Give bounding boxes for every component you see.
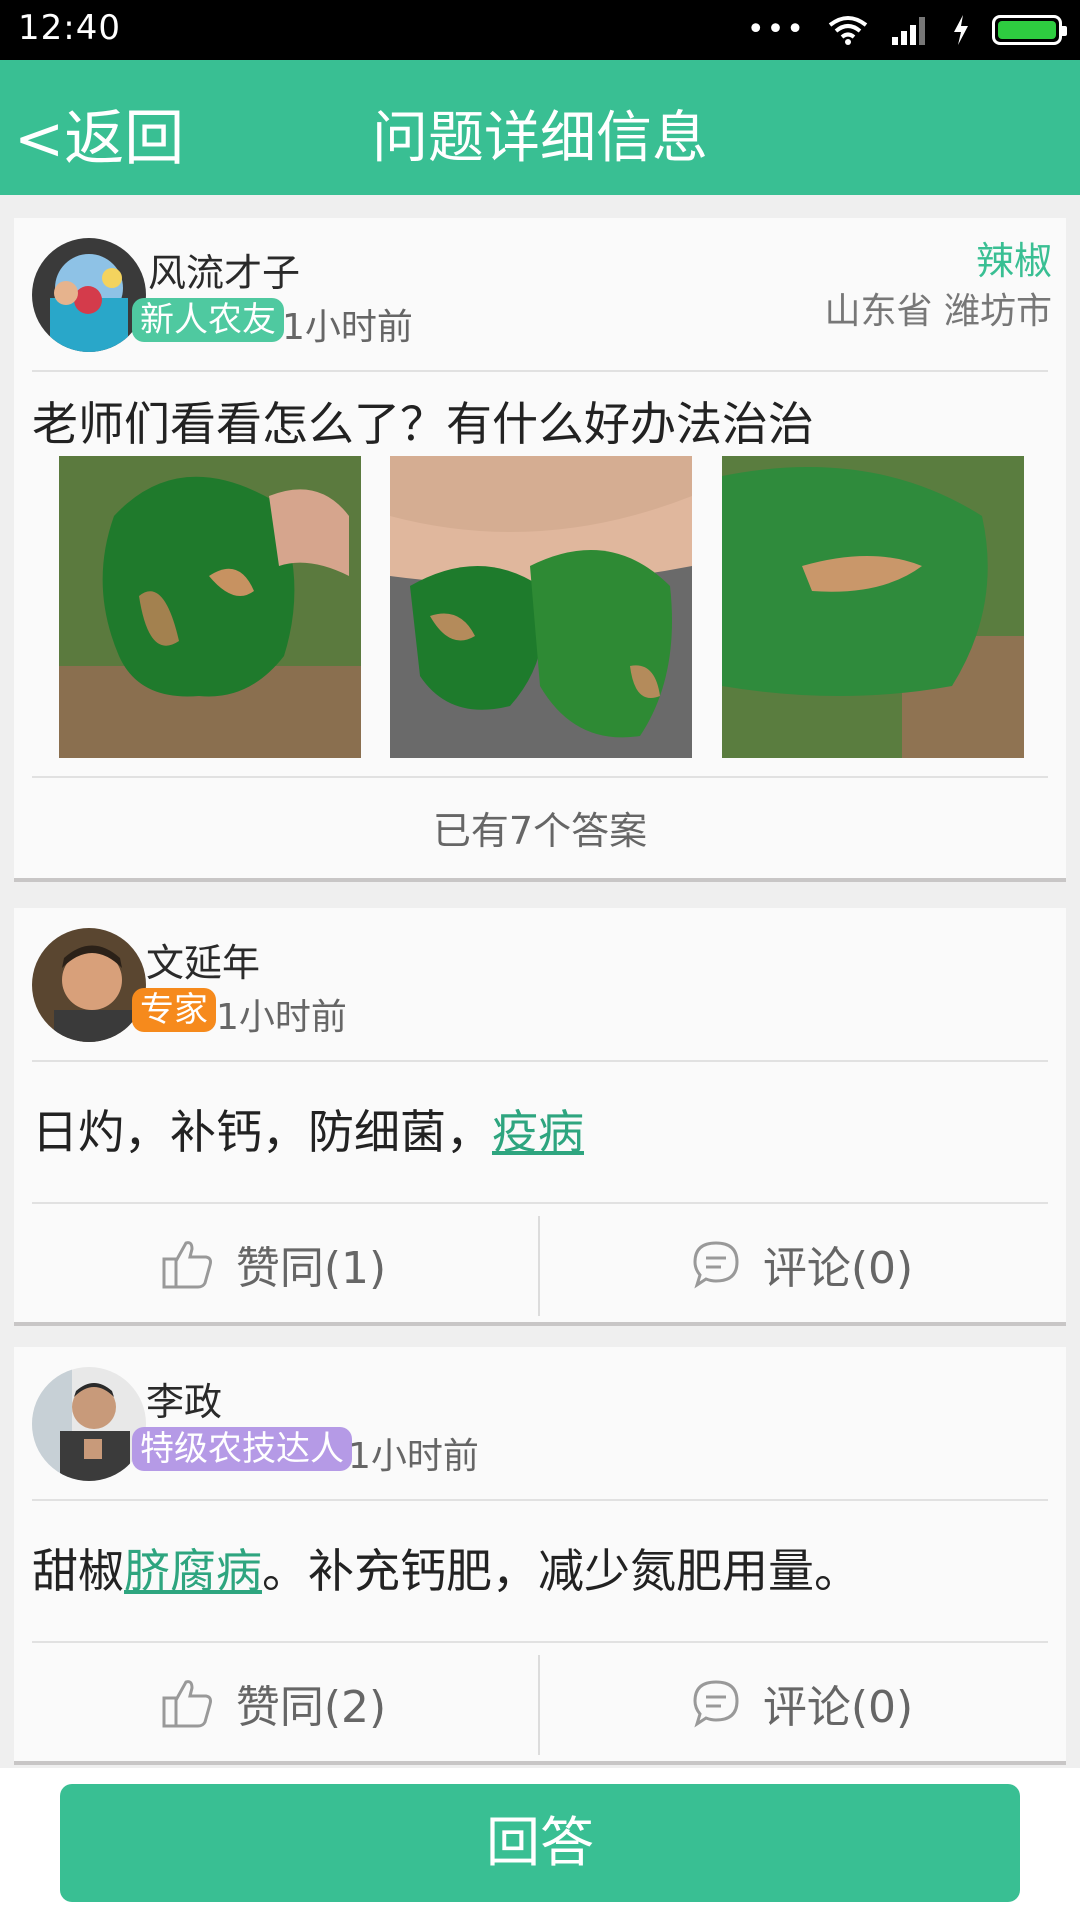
avatar[interactable] — [32, 238, 146, 352]
answers-count[interactable]: 已有7个答案 — [14, 800, 1066, 855]
disease-link[interactable]: 疫病 — [492, 1105, 584, 1159]
comment-button[interactable]: 评论(0) — [542, 1208, 1062, 1320]
question-photo-2[interactable] — [390, 456, 692, 758]
page-title: 问题详细信息 — [372, 106, 708, 171]
disease-link[interactable]: 脐腐病 — [124, 1544, 262, 1598]
divider — [538, 1216, 540, 1316]
divider — [538, 1655, 540, 1755]
user-badge: 专家 — [132, 988, 216, 1032]
question-photo-3[interactable] — [722, 456, 1024, 758]
answer-card: 李政 特级农技达人 1小时前 甜椒脐腐病。补充钙肥，减少氮肥用量。 赞同(2) … — [14, 1347, 1066, 1765]
battery-icon — [992, 15, 1067, 45]
more-dots-icon: ••• — [746, 12, 806, 47]
status-icons: ••• — [746, 12, 1067, 48]
location: 山东省 潍坊市 — [824, 291, 1052, 332]
answer-text: 日灼，补钙，防细菌，疫病 — [32, 1096, 584, 1162]
question-time: 1小时前 — [282, 307, 413, 348]
divider — [32, 1060, 1048, 1062]
comment-icon — [693, 1241, 739, 1289]
crop-tag[interactable]: 辣椒 — [976, 230, 1052, 285]
answer-text: 甜椒脐腐病。补充钙肥，减少氮肥用量。 — [32, 1535, 860, 1601]
signal-icon — [892, 17, 925, 45]
divider — [32, 1641, 1048, 1643]
user-badge: 新人农友 — [132, 298, 284, 342]
divider — [32, 370, 1048, 372]
thumbs-up-icon — [162, 1680, 212, 1728]
answer-text-part: 日灼，补钙，防细菌， — [32, 1105, 492, 1159]
app-header: <返回 问题详细信息 — [0, 60, 1080, 195]
divider — [32, 1202, 1048, 1204]
status-time: 12:40 — [18, 8, 121, 48]
answer-username[interactable]: 文延年 — [146, 932, 260, 987]
question-text: 老师们看看怎么了？有什么好办法治治 — [32, 397, 814, 451]
comment-label: 评论(0) — [762, 1243, 914, 1294]
wifi-icon — [828, 16, 868, 45]
comment-label: 评论(0) — [762, 1682, 914, 1733]
footer-bar: 回答 — [0, 1768, 1080, 1920]
thumbs-up-icon — [162, 1241, 212, 1289]
question-card: 风流才子 新人农友 1小时前 辣椒 山东省 潍坊市 老师们看看怎么了？有什么好办… — [14, 218, 1066, 882]
charging-icon — [954, 15, 968, 45]
comment-button[interactable]: 评论(0) — [542, 1647, 1062, 1759]
answer-username[interactable]: 李政 — [146, 1371, 222, 1426]
like-label: 赞同(2) — [235, 1682, 387, 1733]
avatar[interactable] — [32, 928, 146, 1042]
answer-time: 1小时前 — [348, 1436, 479, 1477]
answer-time: 1小时前 — [216, 997, 347, 1038]
question-photo-1[interactable] — [59, 456, 361, 758]
answer-button[interactable]: 回答 — [60, 1784, 1020, 1902]
avatar[interactable] — [32, 1367, 146, 1481]
divider — [32, 776, 1048, 778]
like-button[interactable]: 赞同(1) — [14, 1208, 534, 1320]
user-badge: 特级农技达人 — [132, 1427, 352, 1471]
divider — [32, 1499, 1048, 1501]
status-bar: 12:40 ••• — [0, 0, 1080, 60]
comment-icon — [693, 1680, 739, 1728]
answer-card: 文延年 专家 1小时前 日灼，补钙，防细菌，疫病 赞同(1) 评论(0) — [14, 908, 1066, 1326]
like-button[interactable]: 赞同(2) — [14, 1647, 534, 1759]
answer-text-part: 甜椒 — [32, 1544, 124, 1598]
answer-text-part: 。补充钙肥，减少氮肥用量。 — [262, 1544, 860, 1598]
question-username[interactable]: 风流才子 — [148, 242, 300, 297]
like-label: 赞同(1) — [235, 1243, 387, 1294]
